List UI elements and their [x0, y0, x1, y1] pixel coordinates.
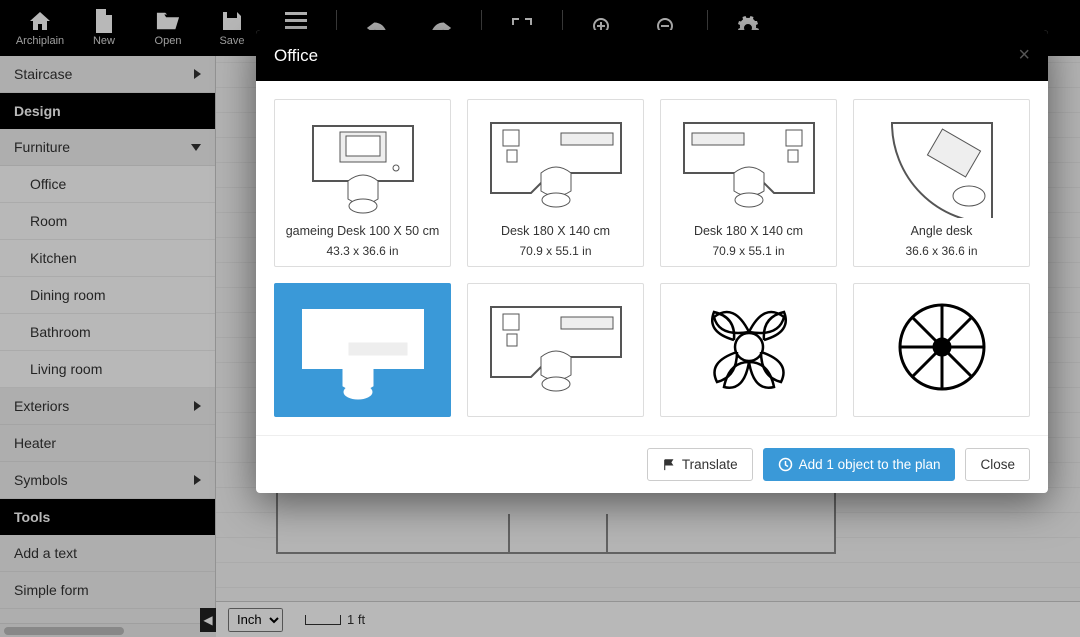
- add-object-button[interactable]: Add 1 object to the plan: [763, 448, 956, 481]
- furniture-card-1[interactable]: Desk 180 X 140 cm 70.9 x 55.1 in: [467, 99, 644, 267]
- modal-title: Office: [274, 46, 318, 66]
- furniture-dimensions: 43.3 x 36.6 in: [283, 244, 442, 258]
- close-label: Close: [980, 457, 1015, 472]
- flag-icon: [662, 459, 676, 471]
- translate-label: Translate: [682, 457, 738, 472]
- modal-body[interactable]: gameing Desk 100 X 50 cm 43.3 x 36.6 in D…: [256, 81, 1048, 435]
- furniture-thumb: [476, 108, 635, 218]
- modal-header: Office ×: [256, 30, 1048, 81]
- modal-footer: Translate Add 1 object to the plan Close: [256, 435, 1048, 493]
- furniture-thumb: [669, 292, 828, 402]
- furniture-card-2[interactable]: Desk 180 X 140 cm 70.9 x 55.1 in: [660, 99, 837, 267]
- add-object-label: Add 1 object to the plan: [799, 457, 941, 472]
- furniture-dimensions: 36.6 x 36.6 in: [862, 244, 1021, 258]
- furniture-thumb: [862, 108, 1021, 218]
- close-icon[interactable]: ×: [1018, 44, 1030, 67]
- clock-plus-icon: [778, 457, 793, 472]
- furniture-card-7[interactable]: [853, 283, 1030, 417]
- furniture-card-4[interactable]: [274, 283, 451, 417]
- furniture-picker-modal: Office × gameing Desk 100 X 50 cm 43.3 x …: [256, 30, 1048, 493]
- furniture-title: Angle desk: [862, 224, 1021, 238]
- furniture-title: Desk 180 X 140 cm: [669, 224, 828, 238]
- furniture-dimensions: 70.9 x 55.1 in: [669, 244, 828, 258]
- furniture-card-6[interactable]: [660, 283, 837, 417]
- furniture-thumb: [283, 292, 442, 402]
- furniture-dimensions: 70.9 x 55.1 in: [476, 244, 635, 258]
- furniture-title: Desk 180 X 140 cm: [476, 224, 635, 238]
- furniture-card-5[interactable]: [467, 283, 644, 417]
- furniture-thumb: [862, 292, 1021, 402]
- furniture-card-3[interactable]: Angle desk 36.6 x 36.6 in: [853, 99, 1030, 267]
- furniture-title: gameing Desk 100 X 50 cm: [283, 224, 442, 238]
- furniture-card-0[interactable]: gameing Desk 100 X 50 cm 43.3 x 36.6 in: [274, 99, 451, 267]
- close-button[interactable]: Close: [965, 448, 1030, 481]
- furniture-thumb: [476, 292, 635, 402]
- furniture-thumb: [669, 108, 828, 218]
- furniture-thumb: [283, 108, 442, 218]
- translate-button[interactable]: Translate: [647, 448, 753, 481]
